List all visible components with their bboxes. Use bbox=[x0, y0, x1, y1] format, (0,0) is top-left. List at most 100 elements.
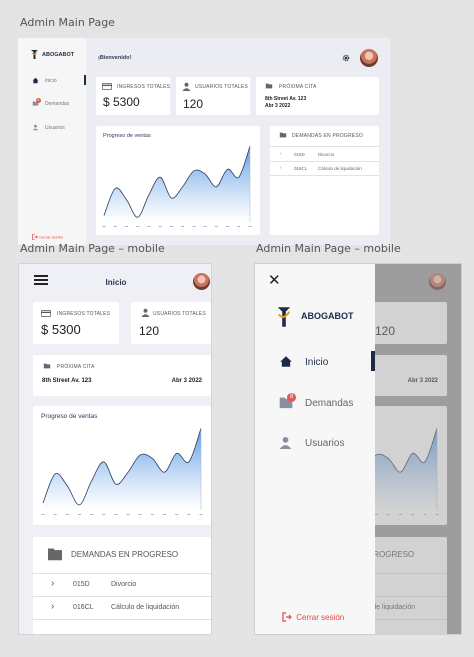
claim-name: Divorcio bbox=[318, 152, 335, 157]
revenue-card: INGRESOS TOTALES $ 5300 bbox=[96, 77, 170, 115]
users-card: USUARIOS TOTALES 120 bbox=[131, 302, 211, 344]
user-icon bbox=[182, 82, 191, 91]
x-tick bbox=[203, 226, 207, 227]
claim-name: Cálculo de liquidación bbox=[318, 166, 362, 171]
x-tick bbox=[126, 514, 130, 515]
menu-item-claims[interactable]: 8 Demandas bbox=[279, 393, 353, 409]
menu-item-users[interactable]: Usuarios bbox=[279, 436, 344, 449]
x-tick bbox=[53, 514, 57, 515]
logout-label: Cerrar sesión bbox=[39, 234, 64, 240]
sidebar-item-users[interactable]: Usuarios bbox=[32, 124, 65, 131]
users-card: 120 bbox=[367, 302, 447, 344]
claim-row[interactable]: › 015D Divorcio bbox=[33, 574, 211, 596]
x-tick bbox=[114, 514, 118, 515]
users-value: 120 bbox=[183, 97, 204, 111]
sales-chart-card: Progreso de ventas bbox=[33, 406, 211, 525]
x-tick bbox=[102, 226, 106, 227]
claims-panel: DEMANDAS EN PROGRESO › 015D Divorcio › 0… bbox=[270, 126, 379, 235]
mobile-frame: Inicio INGRESOS TOTALES $ 5300 USUARIOS … bbox=[18, 263, 212, 635]
revenue-card: INGRESOS TOTALES $ 5300 bbox=[33, 302, 119, 344]
claim-code: 016CL bbox=[294, 166, 308, 171]
sidebar-item-home[interactable]: Inicio bbox=[32, 77, 57, 84]
chart-area bbox=[104, 146, 250, 222]
brand-name: ABOGABOT bbox=[42, 52, 75, 58]
x-tick bbox=[423, 514, 427, 515]
x-tick bbox=[102, 514, 106, 515]
x-tick bbox=[187, 514, 191, 515]
chevron-right-icon: › bbox=[51, 578, 55, 589]
revenue-value: $ 5300 bbox=[103, 95, 140, 109]
brand-logo bbox=[276, 305, 292, 329]
x-tick bbox=[386, 514, 390, 515]
logout-icon bbox=[32, 234, 38, 240]
folder-icon bbox=[265, 83, 273, 89]
claim-code: 015D bbox=[294, 152, 305, 157]
x-tick bbox=[136, 226, 140, 227]
users-label: USUARIOS TOTALES bbox=[195, 84, 248, 90]
x-tick bbox=[399, 514, 403, 515]
x-tick bbox=[199, 514, 203, 515]
close-icon[interactable]: ✕ bbox=[268, 273, 281, 288]
side-menu: ✕ ABOGABOT Inicio 8 Demandas Usuarios Ce… bbox=[255, 264, 375, 634]
folder-icon bbox=[279, 132, 287, 138]
home-icon bbox=[280, 356, 292, 367]
frame-title-mobile: Admin Main Page – mobile bbox=[20, 242, 165, 255]
x-tick bbox=[90, 514, 94, 515]
x-tick bbox=[248, 226, 252, 227]
x-tick bbox=[65, 514, 69, 515]
appointment-date: Abr 3 2022 bbox=[407, 378, 438, 384]
x-tick bbox=[138, 514, 142, 515]
x-tick bbox=[411, 514, 415, 515]
appointment-date: Abr 3 2022 bbox=[171, 378, 202, 384]
appointment-card: PRÓXIMA CITA 8th Street Av. 123 Abr 3 20… bbox=[33, 355, 211, 396]
claim-row[interactable]: › 016CL Cálculo de liquidación bbox=[33, 597, 211, 619]
chart-area bbox=[43, 428, 201, 510]
claim-code: 016CL bbox=[73, 604, 94, 611]
folder-icon bbox=[43, 363, 51, 369]
appointment-label: PRÓXIMA CITA bbox=[279, 84, 317, 90]
chevron-right-icon: › bbox=[280, 165, 282, 170]
appointment-address: 8th Street Av. 123 bbox=[265, 96, 307, 102]
users-value: 120 bbox=[375, 324, 396, 338]
main-content: ¡Bienvenido! INGRESOS TOTALES $ 5300 USU… bbox=[86, 38, 390, 245]
revenue-label: INGRESOS TOTALES bbox=[117, 84, 171, 90]
logout-link[interactable]: Cerrar sesión bbox=[282, 612, 344, 622]
logout-link[interactable]: Cerrar sesión bbox=[32, 234, 63, 240]
x-tick bbox=[163, 514, 167, 515]
notification-badge: 8 bbox=[36, 98, 41, 103]
divider bbox=[270, 146, 379, 147]
page-title: Inicio bbox=[105, 278, 127, 287]
credit-card-icon bbox=[102, 83, 112, 90]
active-indicator bbox=[371, 351, 375, 371]
users-label: USUARIOS TOTALES bbox=[153, 311, 206, 317]
notification-badge: 8 bbox=[287, 393, 296, 402]
avatar[interactable] bbox=[193, 273, 210, 290]
menu-item-label: Usuarios bbox=[305, 438, 345, 449]
sidebar-item-claims[interactable]: 8 Demandas bbox=[32, 98, 69, 107]
menu-item-home[interactable]: Inicio bbox=[279, 355, 328, 368]
logout-icon bbox=[282, 612, 292, 622]
claim-row[interactable]: › 015D Divorcio bbox=[270, 148, 379, 161]
x-tick bbox=[41, 514, 45, 515]
x-tick bbox=[214, 226, 218, 227]
desktop-frame: ABOGABOT Inicio 8 Demandas Usuarios Cerr… bbox=[18, 38, 390, 245]
sidebar: ABOGABOT Inicio 8 Demandas Usuarios Cerr… bbox=[18, 38, 86, 245]
frame-title-mobile-menu: Admin Main Page – mobile bbox=[256, 242, 401, 255]
folder-icon bbox=[48, 548, 62, 561]
gear-icon[interactable] bbox=[342, 54, 350, 62]
claim-row[interactable]: › 016CL Cálculo de liquidación bbox=[270, 162, 379, 175]
sales-chart bbox=[102, 145, 252, 227]
chart-title: Progreso de ventas bbox=[41, 413, 98, 420]
sales-chart bbox=[41, 428, 203, 515]
sales-chart-card: Progreso de ventas bbox=[96, 126, 260, 235]
appointment-label: PRÓXIMA CITA bbox=[57, 364, 95, 370]
user-icon bbox=[279, 437, 292, 449]
avatar bbox=[429, 273, 446, 290]
credit-card-icon bbox=[41, 310, 51, 317]
chevron-right-icon: › bbox=[280, 151, 282, 156]
avatar[interactable] bbox=[360, 49, 378, 67]
home-icon bbox=[32, 77, 39, 84]
greeting: ¡Bienvenido! bbox=[98, 55, 132, 61]
x-tick bbox=[124, 226, 128, 227]
revenue-value: $ 5300 bbox=[41, 322, 81, 337]
